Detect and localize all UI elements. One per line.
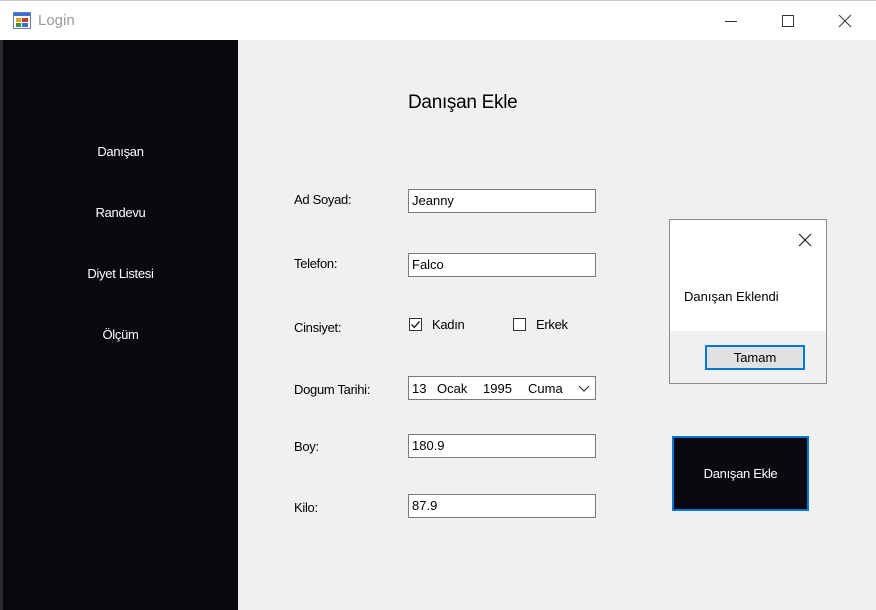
gender-female-label: Kadın	[432, 317, 465, 332]
window-title: Login	[38, 12, 75, 29]
checkbox-box[interactable]	[513, 318, 526, 331]
ok-button[interactable]: Tamam	[705, 345, 805, 370]
sidebar: Danışan Randevu Diyet Listesi Ölçüm	[3, 40, 238, 610]
name-input[interactable]: Jeanny	[408, 189, 596, 213]
gender-female-checkbox[interactable]: Kadın	[409, 317, 479, 334]
weight-input[interactable]: 87.9	[408, 494, 596, 518]
birthdate-weekday: Cuma	[528, 381, 563, 396]
height-label: Boy:	[294, 439, 319, 454]
gender-male-label: Erkek	[536, 317, 568, 332]
birthdate-year: 1995	[483, 381, 512, 396]
sidebar-item-diyet-listesi[interactable]: Diyet Listesi	[3, 261, 238, 287]
add-client-button[interactable]: Danışan Ekle	[672, 436, 809, 511]
birthdate-label: Dogum Tarihi:	[294, 382, 371, 397]
birthdate-day: 13	[412, 381, 427, 396]
checkbox-box[interactable]	[409, 318, 422, 331]
gender-label: Cinsiyet:	[294, 320, 342, 335]
maximize-icon	[782, 15, 794, 27]
page-title: Danışan Ekle	[408, 92, 518, 113]
height-input[interactable]: 180.9	[408, 434, 596, 458]
close-button[interactable]	[818, 1, 874, 41]
chevron-down-icon[interactable]	[578, 385, 590, 393]
phone-input[interactable]: Falco	[408, 253, 596, 277]
close-icon[interactable]	[797, 232, 813, 248]
sidebar-item-olcum[interactable]: Ölçüm	[3, 322, 238, 348]
name-label: Ad Soyad:	[294, 192, 352, 207]
title-bar[interactable]: Login	[0, 0, 876, 40]
login-window: Login Danışan Randevu Diyet Listesi Ölçü…	[0, 0, 876, 610]
sidebar-item-randevu[interactable]: Randevu	[3, 200, 238, 226]
checkmark-icon	[411, 321, 421, 329]
maximize-button[interactable]	[761, 1, 817, 41]
dialog-message: Danışan Eklendi	[684, 289, 779, 304]
birthdate-picker[interactable]: 13 Ocak 1995 Cuma	[408, 376, 596, 400]
gender-male-checkbox[interactable]: Erkek	[513, 317, 583, 334]
phone-label: Telefon:	[294, 256, 338, 271]
minimize-icon	[725, 21, 737, 22]
message-dialog: Danışan Eklendi Tamam	[669, 219, 827, 384]
close-icon	[838, 14, 852, 28]
birthdate-month: Ocak	[437, 381, 468, 396]
weight-label: Kilo:	[294, 500, 318, 515]
sidebar-item-danisan[interactable]: Danışan	[3, 139, 238, 165]
app-form-icon	[13, 12, 31, 29]
minimize-button[interactable]	[704, 1, 760, 41]
